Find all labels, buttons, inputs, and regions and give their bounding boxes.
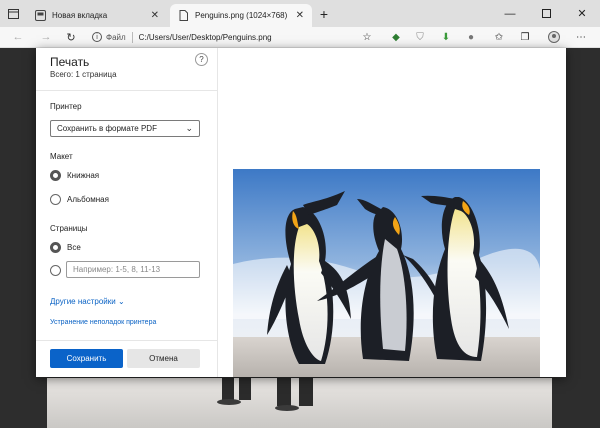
tab-label: Penguins.png (1024×768) <box>195 11 288 20</box>
option-label: Книжная <box>67 171 100 180</box>
cancel-button[interactable]: Отмена <box>127 349 200 368</box>
navigation-bar: ← → ↻ i Файл C:/Users/User/Desktop/Pengu… <box>0 27 600 48</box>
back-button[interactable]: ← <box>10 30 26 44</box>
layout-heading: Макет <box>50 152 73 161</box>
forward-button[interactable]: → <box>38 30 54 44</box>
address-separator <box>131 31 133 43</box>
minimize-button[interactable]: — <box>492 0 528 27</box>
layout-landscape-option[interactable]: Альбомная <box>50 194 109 205</box>
more-settings-link[interactable]: Другие настройки ⌄ <box>50 297 125 306</box>
chevron-down-icon: ⌄ <box>117 297 125 306</box>
print-settings-panel: Печать Всего: 1 страница ? Принтер Сохра… <box>36 48 218 377</box>
title-bar: Новая вкладка ✕ Penguins.png (1024×768) … <box>0 0 600 27</box>
tab-new-tab[interactable]: Новая вкладка ✕ <box>27 4 167 27</box>
tab-actions-icon[interactable] <box>0 0 26 27</box>
print-title: Печать <box>50 55 90 69</box>
extension-icon[interactable]: ● <box>464 30 478 44</box>
layout-portrait-option[interactable]: Книжная <box>50 170 99 181</box>
extension-icon[interactable]: ◆ <box>389 30 403 44</box>
address-url[interactable]: C:/Users/User/Desktop/Penguins.png <box>139 33 272 42</box>
penguins-image <box>233 169 540 377</box>
radio-selected[interactable] <box>50 170 61 181</box>
download-extension-icon[interactable]: ⬇ <box>439 30 453 44</box>
radio[interactable] <box>50 194 61 205</box>
close-window-button[interactable]: ✕ <box>564 0 600 27</box>
help-icon[interactable]: ? <box>195 53 208 66</box>
pages-range-input[interactable]: Например: 1-5, 8, 11-13 <box>66 261 200 278</box>
file-icon <box>179 10 188 21</box>
divider <box>36 90 217 91</box>
more-menu-icon[interactable]: ⋯ <box>574 30 588 44</box>
printer-select[interactable]: Сохранить в формате PDF ⌄ <box>50 120 200 137</box>
radio-selected[interactable] <box>50 242 61 253</box>
close-icon[interactable]: ✕ <box>151 10 159 21</box>
chevron-down-icon: ⌄ <box>185 123 193 133</box>
collections-icon[interactable]: ❐ <box>518 30 532 44</box>
pages-heading: Страницы <box>50 224 88 233</box>
page-count: Всего: 1 страница <box>50 70 117 79</box>
add-favorite-icon[interactable]: ☆ <box>360 30 374 44</box>
divider <box>36 340 217 341</box>
favorites-icon[interactable]: ✩ <box>492 30 506 44</box>
pages-all-option[interactable]: Все <box>50 242 81 253</box>
option-label: Альбомная <box>67 195 109 204</box>
refresh-button[interactable]: ↻ <box>63 30 79 44</box>
background-image <box>47 378 552 428</box>
more-settings-label: Другие настройки <box>50 297 116 306</box>
tab-penguins[interactable]: Penguins.png (1024×768) ✕ <box>170 4 312 27</box>
new-tab-page-icon <box>35 10 46 21</box>
new-tab-button[interactable]: + <box>312 0 336 27</box>
close-icon[interactable]: ✕ <box>296 10 304 21</box>
save-button[interactable]: Сохранить <box>50 349 123 368</box>
info-icon[interactable]: i <box>92 32 102 42</box>
avatar[interactable] <box>547 30 561 44</box>
address-scheme: Файл <box>106 32 126 42</box>
pages-custom-option[interactable] <box>50 265 67 276</box>
maximize-button[interactable] <box>528 0 564 27</box>
tab-label: Новая вкладка <box>52 11 108 20</box>
print-preview <box>218 48 566 377</box>
printer-heading: Принтер <box>50 102 82 111</box>
address-bar[interactable]: i Файл C:/Users/User/Desktop/Penguins.pn… <box>92 29 382 45</box>
troubleshoot-link[interactable]: Устранение неполадок принтера <box>50 319 156 326</box>
radio[interactable] <box>50 265 61 276</box>
print-dialog: Печать Всего: 1 страница ? Принтер Сохра… <box>36 48 566 377</box>
shield-icon[interactable]: ⛉ <box>413 30 427 44</box>
option-label: Все <box>67 243 81 252</box>
printer-value: Сохранить в формате PDF <box>57 124 157 133</box>
